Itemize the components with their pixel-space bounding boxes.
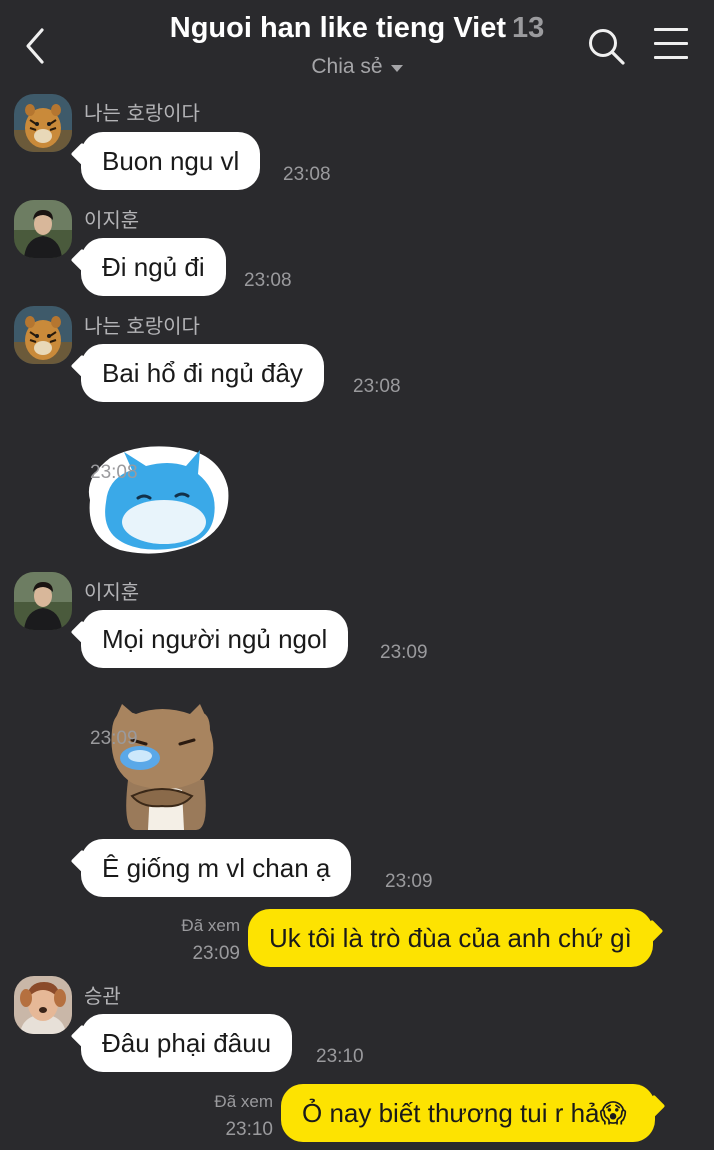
chat-title: Nguoi han like tieng Viet 13 [110, 12, 604, 45]
share-label: Chia sẻ [311, 55, 383, 78]
message-bubble[interactable]: Buon ngu vl [81, 132, 261, 190]
chat-header: Nguoi han like tieng Viet 13 Chia sẻ [0, 0, 714, 90]
sender-name: 이지훈 [84, 210, 140, 232]
message-time: 23:08 [283, 164, 331, 185]
menu-button[interactable] [654, 28, 688, 64]
message-time: 23:08 [244, 270, 292, 291]
message-time: 23:08 [90, 462, 138, 483]
avatar[interactable] [14, 572, 72, 630]
message-text: Uk tôi là trò đùa của anh chứ gì [269, 923, 632, 953]
message-text: Ỏ nay biết thương tui r hả [302, 1098, 600, 1128]
message-time: 23:09 [192, 943, 240, 964]
message-text: Đi ngủ đi [102, 252, 205, 282]
member-count: 13 [511, 12, 545, 44]
message-bubble[interactable]: Ỏ nay biết thương tui r hả😱 [281, 1084, 655, 1142]
back-button[interactable] [18, 24, 54, 68]
message-bubble[interactable]: Uk tôi là trò đùa của anh chứ gì [248, 909, 653, 967]
puppy-filter-avatar [14, 976, 72, 1034]
person-avatar [14, 200, 72, 258]
person-avatar [14, 572, 72, 630]
sender-name: 승관 [84, 986, 121, 1008]
message-text: Ê giống m vl chan ạ [102, 853, 331, 883]
sticker-message[interactable] [80, 438, 235, 558]
hamburger-menu-icon [654, 28, 688, 59]
read-receipt: Đã xem [181, 916, 240, 935]
message-text: Buon ngu vl [102, 146, 240, 176]
message-time: 23:09 [380, 642, 428, 663]
message-time: 23:10 [225, 1119, 273, 1140]
avatar[interactable] [14, 94, 72, 152]
avatar[interactable] [14, 306, 72, 364]
chat-name: Nguoi han like tieng Viet [169, 12, 506, 44]
message-bubble[interactable]: Mọi người ngủ ngol [81, 610, 349, 668]
avatar[interactable] [14, 976, 72, 1034]
message-bubble[interactable]: Đâu phại đâuu [81, 1014, 293, 1072]
message-time: 23:10 [316, 1046, 364, 1067]
tiger-avatar [14, 94, 72, 152]
message-bubble[interactable]: Bai hổ đi ngủ đây [81, 344, 324, 402]
message-time: 23:08 [353, 376, 401, 397]
sender-name: 나는 호랑이다 [84, 316, 200, 338]
chat-title-area[interactable]: Nguoi han like tieng Viet 13 Chia sẻ [110, 12, 604, 79]
chevron-left-icon [26, 28, 44, 64]
caret-down-icon [390, 64, 403, 72]
sticker-message[interactable] [92, 700, 222, 832]
search-button[interactable] [586, 26, 626, 66]
message-bubble[interactable]: Đi ngủ đi [81, 238, 226, 296]
share-dropdown[interactable]: Chia sẻ [311, 55, 403, 79]
sender-name: 나는 호랑이다 [84, 103, 200, 125]
search-icon [589, 29, 625, 65]
read-receipt: Đã xem [214, 1092, 273, 1111]
message-text: Bai hổ đi ngủ đây [102, 358, 303, 388]
brown-cat-crossed-arms-sticker [111, 704, 214, 830]
tiger-avatar [14, 306, 72, 364]
avatar[interactable] [14, 200, 72, 258]
blue-cat-pillow-sticker [88, 446, 229, 554]
message-bubble[interactable]: Ê giống m vl chan ạ [81, 839, 352, 897]
screaming-face-emoji: 😱 [599, 1099, 627, 1129]
message-time: 23:09 [90, 728, 138, 749]
message-text: Mọi người ngủ ngol [102, 624, 328, 654]
message-text: Đâu phại đâuu [102, 1028, 272, 1058]
message-time: 23:09 [385, 871, 433, 892]
sender-name: 이지훈 [84, 582, 140, 604]
